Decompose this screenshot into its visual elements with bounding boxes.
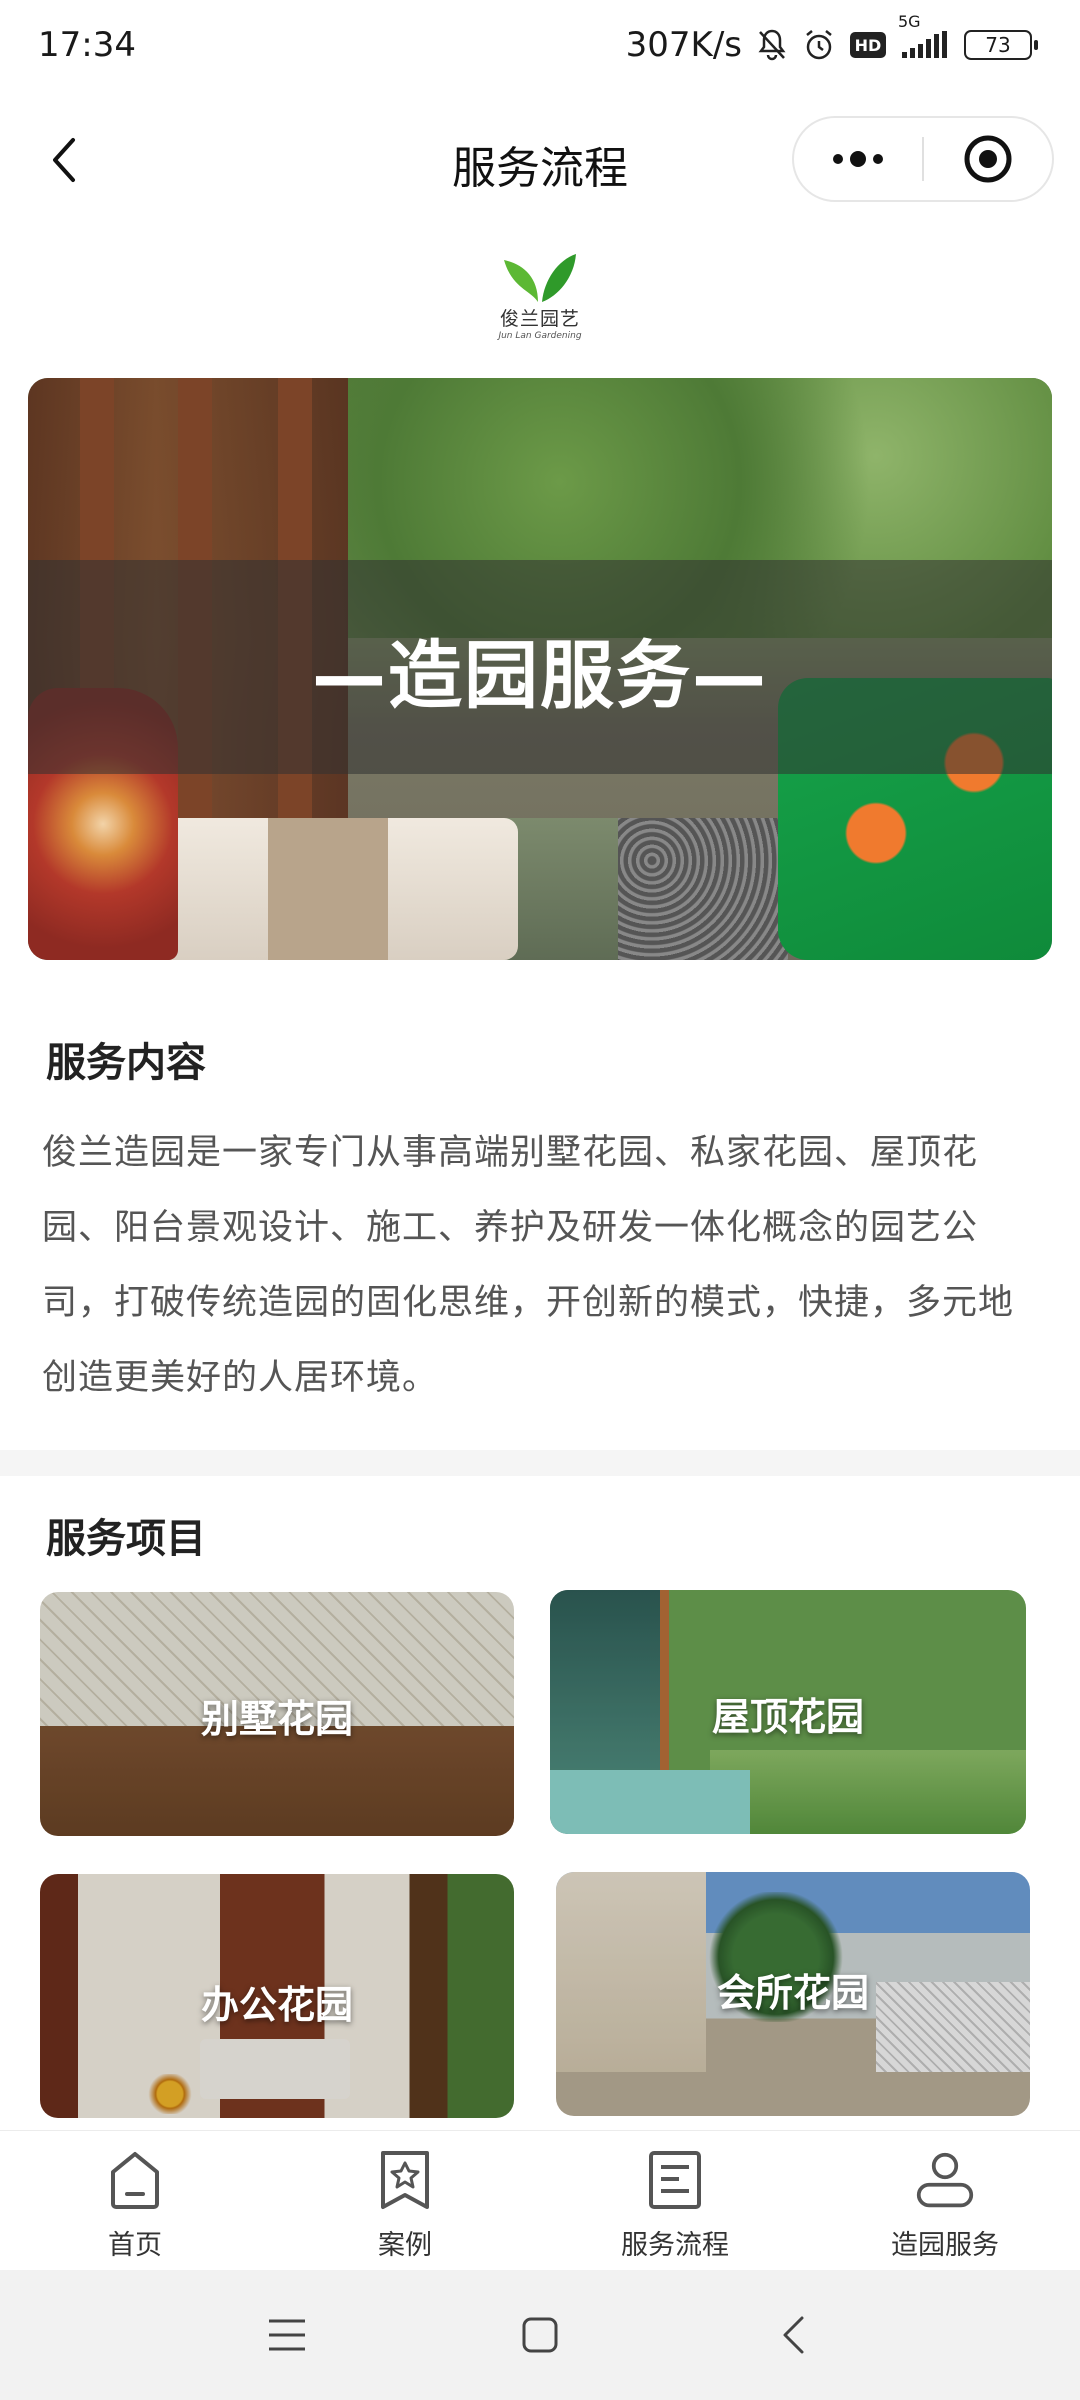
home-icon	[105, 2147, 165, 2213]
tab-service-process[interactable]: 服务流程	[540, 2131, 810, 2270]
tab-cases[interactable]: 案例	[270, 2131, 540, 2270]
system-navigation-bar	[0, 2270, 1080, 2400]
system-back-button[interactable]	[763, 2305, 823, 2365]
service-card-club-garden[interactable]: 会所花园	[556, 1872, 1030, 2116]
banner-pool	[498, 818, 638, 960]
service-card-roof-garden[interactable]: 屋顶花园	[550, 1590, 1026, 1834]
service-content-body: 俊兰造园是一家专门从事高端别墅花园、私家花园、屋顶花园、阳台景观设计、施工、养护…	[42, 1133, 1015, 1398]
logo-name: 俊兰园艺	[499, 308, 580, 330]
bottom-tab-bar: 首页 案例 服务流程 造园服务	[0, 2130, 1080, 2270]
tab-label: 案例	[378, 2230, 432, 2261]
status-icons: 307K/s HD 5G 73	[625, 12, 1038, 65]
alarm-icon	[802, 28, 836, 62]
service-card-office-garden[interactable]: 办公花园	[40, 1874, 514, 2118]
document-icon	[645, 2147, 705, 2213]
target-close-icon	[964, 135, 1012, 183]
battery-icon: 73	[964, 30, 1038, 60]
tab-home[interactable]: 首页	[0, 2131, 270, 2270]
logo-subtitle: Jun Lan Gardening	[498, 331, 582, 341]
nav-bar: 服务流程	[0, 110, 1080, 210]
menu-icon	[268, 2319, 305, 2351]
leaf-logo-icon	[504, 254, 576, 302]
service-items-heading: 服务项目	[46, 1516, 206, 1562]
recent-apps-button[interactable]	[257, 2305, 317, 2365]
network-speed: 307K/s	[625, 25, 742, 65]
signal-label: 5G	[898, 12, 921, 31]
status-bar: 17:34 307K/s HD 5G 73	[0, 0, 1080, 90]
hd-badge: HD	[850, 32, 886, 58]
hero-banner: —造园服务—	[28, 378, 1052, 960]
tab-label: 首页	[108, 2230, 162, 2261]
back-arrow-icon	[783, 2316, 804, 2354]
service-content-heading: 服务内容	[46, 1040, 206, 1086]
bell-off-icon	[756, 28, 788, 62]
banner-title: —造园服务—	[312, 633, 768, 719]
battery-level: 73	[985, 33, 1011, 57]
tab-label: 造园服务	[891, 2230, 999, 2261]
close-mini-program-button[interactable]	[924, 118, 1052, 200]
home-button[interactable]	[510, 2305, 570, 2365]
banner-pebbles	[618, 818, 788, 960]
star-bookmark-icon	[375, 2147, 435, 2213]
more-button[interactable]	[794, 118, 922, 200]
status-time: 17:34	[38, 25, 136, 65]
card-label: 屋顶花园	[711, 1695, 864, 1739]
signal-icon: 5G	[898, 12, 950, 60]
user-icon	[915, 2147, 975, 2213]
square-home-icon	[522, 2317, 558, 2353]
section-separator	[0, 1450, 1080, 1476]
card-label: 会所花园	[716, 1971, 869, 2015]
banner-sofa-stripe	[268, 818, 388, 960]
tab-label: 服务流程	[621, 2230, 729, 2261]
service-card-villa-garden[interactable]: 别墅花园	[40, 1592, 514, 1836]
brand-logo: 俊兰园艺 Jun Lan Gardening	[490, 250, 590, 350]
card-label: 别墅花园	[200, 1697, 353, 1741]
card-label: 办公花园	[200, 1983, 353, 2027]
more-dots-icon	[833, 151, 883, 167]
mini-program-capsule	[792, 116, 1054, 202]
tab-garden-service[interactable]: 造园服务	[810, 2131, 1080, 2270]
